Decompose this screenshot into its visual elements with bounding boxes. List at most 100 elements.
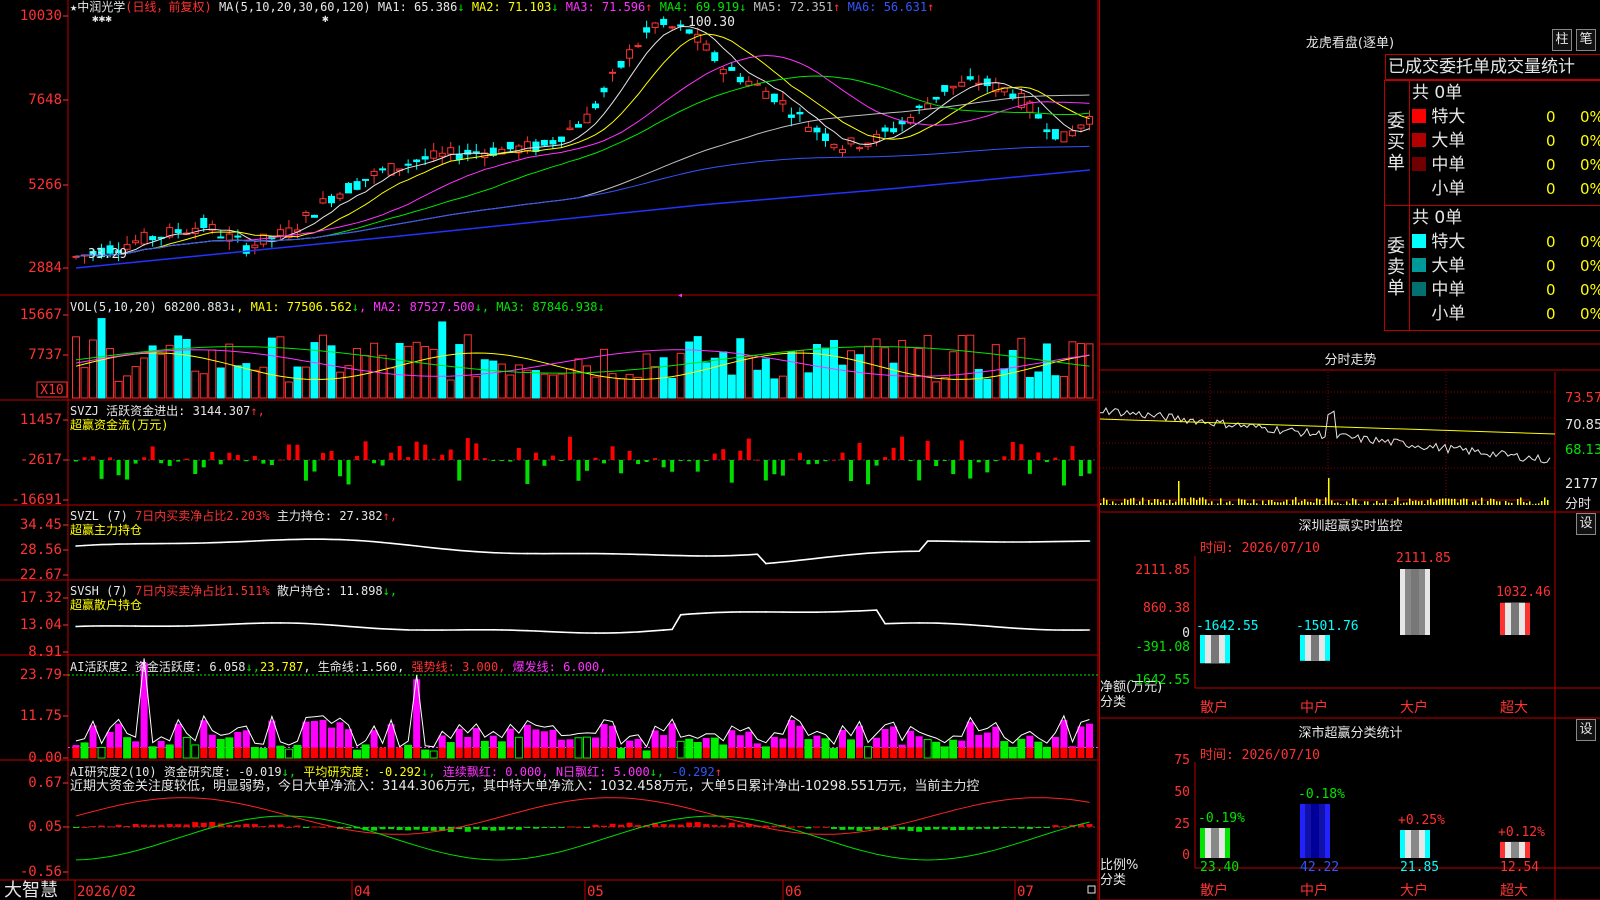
volume-bar [540, 373, 549, 399]
sz-monitor-ylabel: 净额(万元) 分类 [1100, 680, 1162, 710]
candle-body [685, 29, 693, 34]
bar-mode-button[interactable]: 柱 [1552, 29, 1572, 51]
ai-active-bar-low [421, 749, 430, 759]
volume-bar [991, 344, 1000, 399]
ai-active-bar-base [140, 747, 148, 758]
ai-active-bar-high [634, 738, 642, 748]
sz-bar-core [1411, 569, 1419, 635]
ai-active-bar-high [157, 740, 165, 748]
volume-bar [778, 375, 787, 399]
ai-active-bar-base [549, 747, 557, 758]
volume-bar [881, 347, 890, 399]
sz-class-change-label: +0.12% [1498, 824, 1545, 840]
ma-arrow-5: ↑ [833, 0, 848, 14]
ai-active-bar-high [592, 737, 600, 748]
research-bar [737, 824, 744, 827]
volume-bar [1025, 376, 1034, 399]
ai-active-bar-high [600, 724, 608, 748]
ai-active-bar-high [208, 734, 216, 748]
ai-active-bar-low [446, 742, 455, 759]
price-axis-label-0: 10030 [20, 8, 62, 24]
ai-active-bar-low [676, 740, 685, 759]
candle-body [353, 181, 361, 190]
price-axis-label-2: 5266 [28, 177, 62, 193]
stock-name[interactable]: 中润光学 [77, 0, 125, 14]
chart-mode[interactable]: (日线，前复权) [125, 0, 211, 14]
kline-chart-area[interactable]: 10030 7648 5266 2884 15667 7737 11457 -2617 -166… [0, 0, 1100, 900]
svzj-bar [857, 442, 862, 460]
svzj-bar [619, 460, 624, 474]
sz-class-settings-button[interactable]: 设 [1576, 719, 1596, 741]
trade-mode-button[interactable]: 笔 [1576, 29, 1596, 51]
volume-bar [489, 360, 498, 399]
candle-body [787, 114, 795, 118]
research-bar [379, 827, 386, 830]
volume-bar [1042, 343, 1051, 399]
research-bar [771, 825, 778, 827]
candle-body [949, 85, 957, 89]
sz-class-bar-1 [1200, 828, 1230, 858]
svzj-bar [763, 460, 768, 481]
intraday-chart[interactable] [1100, 372, 1600, 512]
sz-monitor-axis-label: 860.38 [1143, 601, 1190, 616]
ai-active-bar-high [1085, 723, 1093, 748]
intraday-title: 分时走势 [1324, 353, 1377, 368]
candle-body [540, 139, 548, 146]
svsh-line [75, 609, 1090, 634]
ai-active-bar-low [165, 744, 174, 759]
ai-active-bar-high [890, 726, 898, 748]
research-bar [234, 824, 241, 827]
research-bar [396, 827, 403, 830]
candle-body [702, 43, 710, 51]
ma-value-1: MA1: 65.386 [377, 0, 458, 14]
sell-order-pct: 0% [1580, 257, 1600, 275]
research-bar [1026, 827, 1033, 829]
svzj-bar [789, 459, 794, 461]
sz-class-category: 大户 [1400, 883, 1428, 899]
svzj-bar [167, 460, 172, 466]
ai-active-bar-low [148, 746, 157, 759]
svzj-bar [729, 460, 734, 483]
sell-order-color-swatch [1412, 258, 1426, 272]
candle-body [617, 60, 625, 68]
szc-bar-core [1211, 828, 1219, 858]
svzj-bar [99, 460, 104, 479]
svzj-bar [252, 455, 257, 460]
price-panel-header: ★中润光学(日线，前复权) MA(5,10,20,30,60,120) MA1:… [70, 0, 934, 14]
sz-monitor-settings-button[interactable]: 设 [1576, 513, 1596, 535]
candle-body [404, 163, 412, 166]
candle-body [413, 159, 421, 163]
ai-active-bar-base [592, 747, 600, 758]
ai-active-bar-low [617, 747, 626, 759]
ai-active-title: 资金活跃度: [134, 660, 203, 674]
svzj-bar [985, 460, 990, 473]
research-bar [839, 827, 846, 830]
szc-bar-core [1411, 830, 1419, 858]
research-bar [1052, 825, 1059, 827]
research-bar [635, 825, 642, 827]
svsh-axis-label-0: 17.32 [20, 590, 62, 606]
svzj-bar [244, 460, 249, 462]
life-value: 1.560, [361, 660, 405, 674]
buy-order-color-swatch [1412, 133, 1426, 147]
ai-active-bar-base [736, 747, 744, 758]
candle-body [736, 76, 744, 83]
sz-monitor-bar-3 [1400, 569, 1430, 635]
research-bar [822, 826, 829, 828]
volume-bar [872, 338, 881, 399]
svsh-panel-header: SVSH (7) 7日内买卖净占比1.511% 散户持仓: 11.898↓, 超… [70, 584, 397, 612]
candle-body [336, 193, 344, 199]
svzj-bar [363, 441, 368, 460]
vol-unit-label: X10 [40, 383, 63, 398]
sz-monitor-time: 时间: 2026/07/10 [1200, 541, 1320, 556]
intraday-axis-low: 68.13 [1565, 443, 1600, 458]
ai-active-bar-high [132, 741, 140, 748]
candle-body [362, 178, 370, 181]
svzj-bar [942, 460, 947, 461]
ma-arrow-6: ↑ [927, 0, 935, 14]
candle-body [1034, 114, 1042, 119]
ai-active-bar-high [873, 737, 881, 748]
candle-body [1077, 124, 1085, 129]
research-bar [166, 824, 173, 827]
svzj-bar [346, 460, 351, 485]
